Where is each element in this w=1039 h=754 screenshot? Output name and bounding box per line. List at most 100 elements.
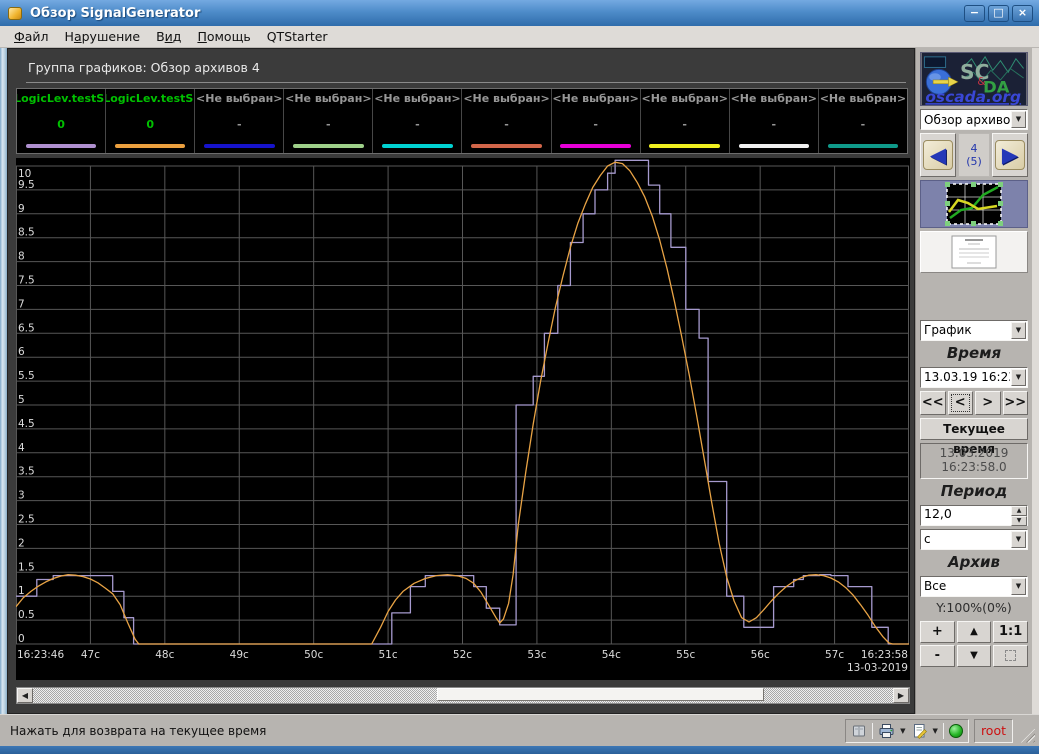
period-unit-select[interactable]: с ▼ [920,529,1028,550]
next-page-button[interactable]: ▶ [992,133,1028,177]
legend-item-7[interactable]: <Не выбран>- [552,89,641,153]
legend-item-name: <Не выбран> [552,92,638,105]
archive-select[interactable]: Все ▼ [920,576,1028,597]
zoom-in-button[interactable]: + [920,621,955,643]
close-button[interactable]: × [1012,5,1033,22]
svg-text:2: 2 [18,537,25,549]
view-thumbnail-trend[interactable] [920,180,1028,228]
svg-text:53с: 53с [527,649,546,661]
svg-text:16:23:46: 16:23:46 [17,649,64,661]
legend-item-name: <Не выбран> [196,92,282,105]
legend-item-value: - [682,105,687,144]
svg-text:6.5: 6.5 [18,322,35,334]
resize-grip[interactable] [1021,729,1035,743]
shift-down-button[interactable]: ▼ [957,645,992,667]
legend-item-name: LogicLev.testSi [106,92,195,105]
group-title: Группа графиков: Обзор архивов 4 [16,57,908,79]
legend-item-value: - [772,105,777,144]
trend-chart[interactable]: 16:23:4647с48с49с50с51с52с53с54с55с56с57… [16,158,910,680]
export-dropdown-icon[interactable]: ▼ [933,727,938,735]
forward-button[interactable]: > [975,391,1001,415]
legend-item-value: - [326,105,331,144]
time-scrollbar[interactable]: ◀ ▶ [16,687,910,704]
spin-up-icon[interactable]: ▲ [1011,506,1027,516]
back-button[interactable]: < [948,391,974,415]
legend-item-9[interactable]: <Не выбран>- [730,89,819,153]
svg-text:54с: 54с [602,649,621,661]
scrollbar-track[interactable] [33,688,893,703]
menu-item-2[interactable]: Нарушение [57,27,149,46]
minimize-button[interactable]: − [964,5,985,22]
status-message[interactable]: Нажать для возврата на текущее время [10,724,266,738]
logo-site: oscada.org [925,88,1021,106]
svg-text:55с: 55с [676,649,695,661]
app-window: Обзор SignalGenerator − □ × ФайлНарушени… [0,0,1039,754]
zoom-out-button[interactable]: - [920,645,955,667]
item-select[interactable]: График ▼ [920,320,1028,341]
menu-item-5[interactable]: QTStarter [259,27,336,46]
legend-item-4[interactable]: <Не выбран>- [284,89,373,153]
svg-text:13-03-2019: 13-03-2019 [847,662,908,674]
legend-color-bar-icon [204,144,275,148]
print-dropdown-icon[interactable]: ▼ [900,727,905,735]
legend-item-5[interactable]: <Не выбран>- [373,89,462,153]
messages-icon[interactable] [851,723,867,739]
maximize-button[interactable]: □ [988,5,1009,22]
fast-forward-button[interactable]: >> [1003,391,1029,415]
chevron-down-icon[interactable]: ▼ [1011,369,1026,386]
svg-text:0: 0 [18,633,25,645]
legend-item-value: - [237,105,242,144]
spin-down-icon[interactable]: ▼ [1011,516,1027,526]
period-spinbox[interactable]: 12,0 ▲ ▼ [920,505,1028,526]
chevron-down-icon[interactable]: ▼ [1011,111,1026,128]
legend-item-8[interactable]: <Не выбран>- [641,89,730,153]
scroll-right-icon[interactable]: ▶ [893,688,909,703]
menu-item-3[interactable]: Вид [148,27,189,46]
legend-color-bar-icon [293,144,364,148]
document-thumbnail-icon [951,235,997,269]
chevron-down-icon[interactable]: ▼ [1011,578,1026,595]
view-thumbnail-document[interactable] [920,231,1028,273]
export-icon[interactable] [911,723,928,739]
status-led-icon[interactable] [949,724,963,738]
scroll-left-icon[interactable]: ◀ [17,688,33,703]
svg-text:7.5: 7.5 [18,275,35,287]
view-select[interactable]: Обзор архивов 4 ▼ [920,109,1028,130]
legend-item-1[interactable]: LogicLev.testSi0 [17,89,106,153]
tray-separator [872,723,873,739]
title-bar[interactable]: Обзор SignalGenerator − □ × [0,0,1039,26]
legend-item-name: LogicLev.testSi [17,92,106,105]
zoom-select-button[interactable] [993,645,1028,667]
print-icon[interactable] [878,723,895,739]
shift-up-button[interactable]: ▲ [957,621,992,643]
svg-text:3: 3 [18,490,25,502]
trend-thumbnail-icon [945,182,1003,226]
legend-item-10[interactable]: <Не выбран>- [819,89,907,153]
chevron-down-icon[interactable]: ▼ [1011,322,1026,339]
legend-color-bar-icon [739,144,810,148]
user-label[interactable]: root [974,719,1013,743]
svg-text:8: 8 [18,251,25,263]
svg-text:9.5: 9.5 [18,179,35,191]
menu-item-4[interactable]: Помощь [189,27,258,46]
svg-text:57с: 57с [825,649,844,661]
fast-back-button[interactable]: << [920,391,946,415]
legend-item-value: 0 [57,105,65,144]
legend-item-3[interactable]: <Не выбран>- [195,89,284,153]
menu-item-1[interactable]: Файл [6,27,57,46]
svg-text:3.5: 3.5 [18,466,35,478]
scrollbar-thumb[interactable] [437,688,764,701]
time-select[interactable]: 13.03.19 16:23:58 ▼ [920,367,1028,388]
legend-item-6[interactable]: <Не выбран>- [462,89,551,153]
legend-item-2[interactable]: LogicLev.testSi0 [106,89,195,153]
chevron-down-icon[interactable]: ▼ [1011,531,1026,548]
scale-one-to-one-button[interactable]: 1:1 [993,621,1028,643]
prev-page-button[interactable]: ◀ [920,133,956,177]
selection-box-icon [1005,650,1016,661]
y-scale-label: Y:100%(0%) [920,600,1028,618]
legend-color-bar-icon [382,144,453,148]
trend-legend: LogicLev.testSi0LogicLev.testSi0<Не выбр… [16,88,908,154]
current-time-button[interactable]: Текущее время [920,418,1028,440]
status-bar: Нажать для возврата на текущее время ▼ [0,714,1039,746]
status-icon-tray: ▼ ▼ [845,719,969,743]
